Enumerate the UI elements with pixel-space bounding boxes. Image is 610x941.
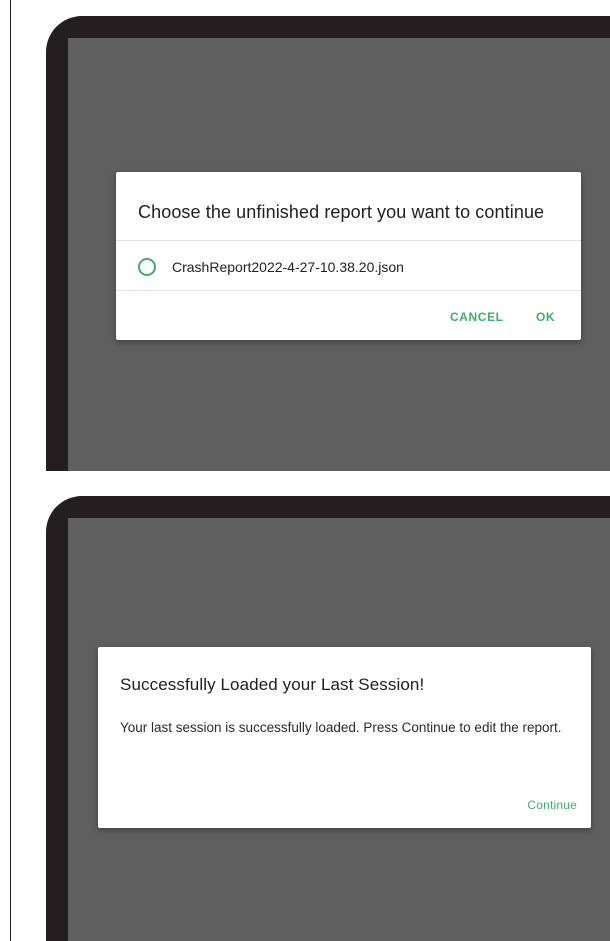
report-option[interactable]: CrashReport2022-4-27-10.38.20.json <box>138 256 404 278</box>
choose-report-dialog: Choose the unfinished report you want to… <box>116 172 581 340</box>
page: Choose the unfinished report you want to… <box>0 0 610 941</box>
dialog-message: Your last session is successfully loaded… <box>120 720 562 735</box>
page-left-border <box>10 0 11 941</box>
radio-unchecked-icon[interactable] <box>138 258 156 276</box>
dialog-title: Choose the unfinished report you want to… <box>138 202 545 222</box>
dialog-divider <box>116 240 581 241</box>
dialog-title: Successfully Loaded your Last Session! <box>120 675 425 694</box>
dialog-divider <box>116 290 581 291</box>
ok-button[interactable]: OK <box>536 310 555 324</box>
cancel-button[interactable]: CANCEL <box>450 310 504 324</box>
continue-button[interactable]: Continue <box>527 798 577 812</box>
session-loaded-dialog: Successfully Loaded your Last Session! Y… <box>98 647 591 828</box>
report-option-label: CrashReport2022-4-27-10.38.20.json <box>172 259 404 275</box>
